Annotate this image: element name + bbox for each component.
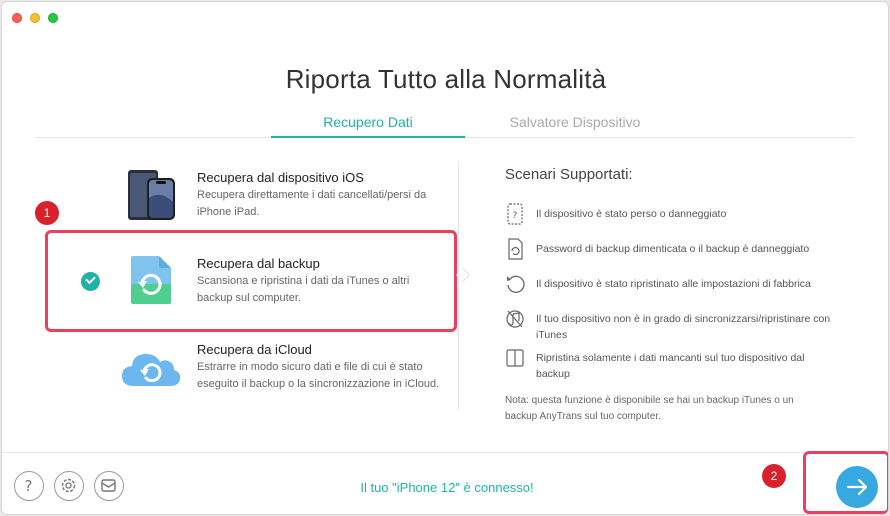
option-icloud[interactable]: Recupera da iCloud Estrarre in modo sicu… (2, 336, 458, 408)
option-ios-device[interactable]: Recupera dal dispositivo iOS Recupera di… (2, 162, 458, 226)
feedback-button[interactable] (94, 471, 124, 501)
settings-button[interactable] (54, 471, 84, 501)
settings-icon (61, 478, 76, 493)
option-description: Estrarre in modo sicuro dati e file di c… (197, 361, 440, 390)
tab-recupero-dati[interactable]: Recupero Dati (271, 114, 465, 130)
option-title: Recupera da iCloud (197, 342, 312, 357)
scenarios-title: Scenari Supportati: (505, 166, 633, 183)
scenario-item: ? Il dispositivo è stato perso o dannegg… (505, 203, 835, 229)
maximize-window-icon[interactable] (48, 13, 58, 23)
active-tab-indicator (271, 136, 465, 138)
svg-text:?: ? (513, 211, 518, 221)
annotation-badge-2: 2 (762, 464, 786, 488)
scenario-item: Password di backup dimenticata o il back… (505, 238, 835, 264)
minimize-window-icon[interactable] (30, 13, 40, 23)
scenario-item: Il dispositivo è stato ripristinato alle… (505, 273, 835, 299)
help-button[interactable]: ? (14, 471, 44, 501)
app-window: Riporta Tutto alla Normalità Recupero Da… (1, 1, 889, 515)
scenario-item: Ripristina solamente i dati mancanti sul… (505, 347, 835, 383)
backup-password-icon (508, 238, 523, 260)
panel-divider (458, 162, 459, 410)
scenario-item: Il tuo dispositivo non è in grado di sin… (505, 308, 835, 344)
scenario-text: Ripristina solamente i dati mancanti sul… (536, 352, 805, 380)
scenario-text: Il tuo dispositivo non è in grado di sin… (536, 313, 831, 341)
option-title: Recupera dal dispositivo iOS (197, 170, 364, 185)
icloud-icon (122, 354, 181, 386)
tab-salvatore-dispositivo[interactable]: Salvatore Dispositivo (480, 114, 670, 130)
mail-icon (101, 479, 116, 492)
annotation-badge-1: 1 (35, 201, 59, 225)
factory-reset-icon (507, 275, 525, 293)
option-description: Recupera direttamente i dati cancellati/… (197, 189, 427, 218)
svg-text:?: ? (25, 477, 33, 495)
close-window-icon[interactable] (12, 13, 22, 23)
next-button[interactable] (836, 466, 878, 508)
iphone-ipad-icon (128, 170, 175, 220)
scenario-text: Il dispositivo è stato ripristinato alle… (536, 278, 811, 290)
connection-status: Il tuo "iPhone 12" è connesso! (360, 480, 534, 495)
annotation-highlight-box (45, 230, 457, 332)
partial-restore-icon (506, 349, 524, 367)
sync-failed-icon (506, 310, 524, 328)
footer-divider (2, 452, 888, 453)
scenario-text: Password di backup dimenticata o il back… (536, 243, 810, 255)
scenario-text: Il dispositivo è stato perso o danneggia… (536, 208, 727, 220)
help-icon: ? (25, 477, 33, 495)
lost-device-icon: ? (507, 203, 523, 225)
page-title: Riporta Tutto alla Normalità (285, 64, 607, 94)
arrow-right-icon (846, 478, 868, 496)
scenarios-note: Nota: questa funzione è disponibile se h… (505, 395, 794, 422)
